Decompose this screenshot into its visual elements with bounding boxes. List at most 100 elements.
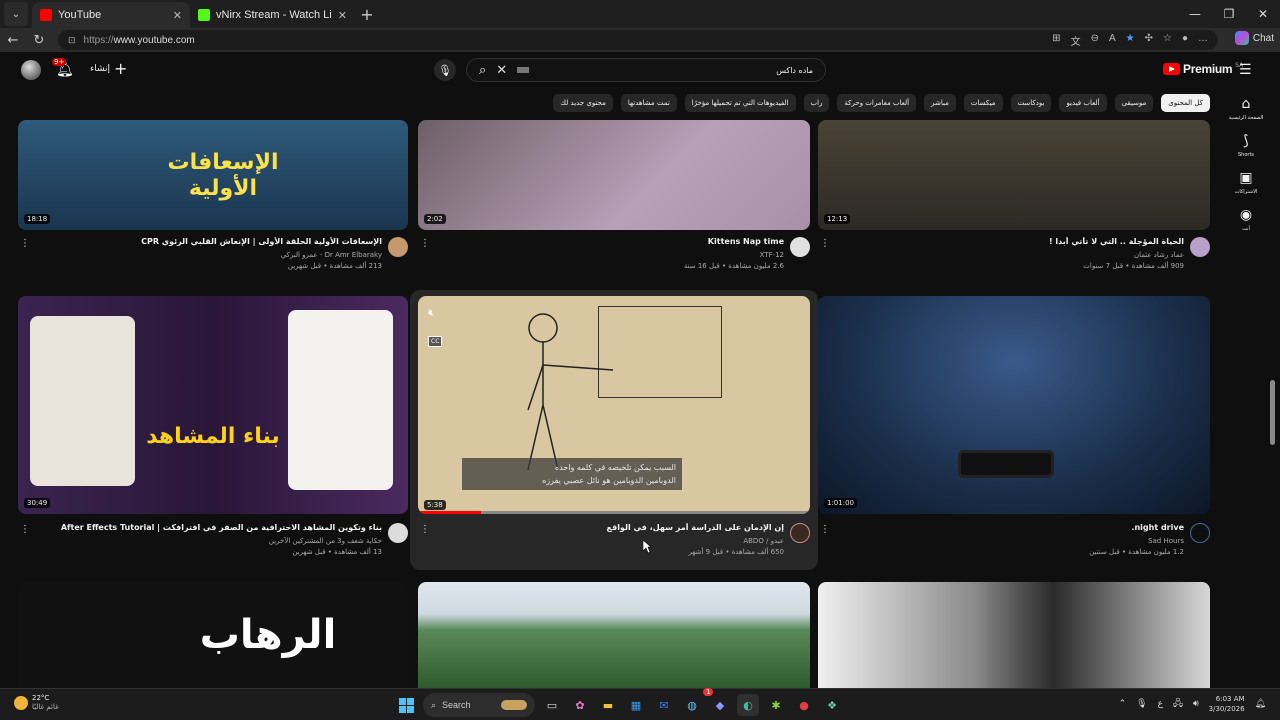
keyboard-icon[interactable]	[517, 67, 530, 73]
channel-name[interactable]: عبدو / ABDO	[444, 537, 784, 545]
video-title[interactable]: الإسعافات الأولية الحلقة الأولى | الإنعا…	[42, 237, 382, 246]
chip-mixes[interactable]: ميكسات	[963, 94, 1003, 112]
back-icon[interactable]: ←	[0, 33, 26, 48]
channel-avatar[interactable]	[388, 237, 408, 257]
video-menu-icon[interactable]: ⋮	[20, 238, 30, 249]
video-title[interactable]: إن الإدمان على الدراسة أمر سهل، في الواق…	[444, 523, 784, 532]
video-menu-icon[interactable]: ⋮	[420, 238, 430, 249]
extensions-icon[interactable]: ✣	[1145, 33, 1153, 48]
channel-avatar[interactable]	[388, 523, 408, 543]
widgets-app-icon[interactable]: ✿	[569, 694, 591, 716]
search-input[interactable]: ماده داكس	[776, 66, 813, 75]
site-info-icon[interactable]: ⊡	[68, 35, 76, 46]
chip-music[interactable]: موسيقى	[1114, 94, 1154, 112]
video-thumbnail[interactable]: الإسعافات الأولية 18:18	[18, 120, 408, 230]
chip-recently-uploaded[interactable]: الفيديوهات التي تم تحميلها مؤخرًا	[684, 94, 796, 112]
video-title[interactable]: الحياة المؤجلة .. التي لا تأتي أبدا !	[844, 237, 1184, 246]
profile-icon[interactable]: ●	[1182, 33, 1188, 48]
video-thumbnail[interactable]: 1:01:00	[818, 296, 1210, 514]
playback-progress-bar[interactable]	[418, 511, 810, 514]
chip-video-games[interactable]: ألعاب فيديو	[1059, 94, 1107, 112]
task-view-icon[interactable]: ▭	[541, 694, 563, 716]
notification-center-icon[interactable]: 🔔︎	[1255, 699, 1266, 709]
chip-new-to-you[interactable]: محتوى جديد لك	[553, 94, 613, 112]
show-hidden-icons-icon[interactable]: ⌃	[1119, 699, 1127, 709]
app-available-icon[interactable]: ⊞	[1052, 33, 1060, 48]
channel-avatar[interactable]	[790, 523, 810, 543]
recording-app-icon[interactable]: ●	[793, 694, 815, 716]
zoom-icon[interactable]: ⊖	[1091, 33, 1099, 48]
clock[interactable]: 6:03 AM 3/30/2026	[1209, 694, 1245, 714]
file-explorer-icon[interactable]: ▬	[597, 694, 619, 716]
chip-all[interactable]: كل المحتوى	[1161, 94, 1210, 112]
favorite-star-icon[interactable]: ★	[1126, 33, 1135, 48]
channel-name[interactable]: عماد رشاد عثمان	[844, 251, 1184, 259]
create-button[interactable]: إنشاء +	[90, 61, 127, 77]
close-tab-icon[interactable]: ✕	[173, 9, 182, 22]
volume-icon[interactable]: 🔊︎	[1193, 699, 1199, 709]
chat-app-icon[interactable]: ❖	[821, 694, 843, 716]
sidebar-item-you[interactable]: ◉ أنت	[1224, 207, 1268, 232]
video-thumbnail[interactable]	[818, 582, 1210, 688]
channel-avatar[interactable]	[1190, 237, 1210, 257]
video-thumbnail[interactable]: الرهاب	[18, 582, 408, 688]
video-title[interactable]: night drive.	[844, 523, 1184, 532]
microphone-tray-icon[interactable]: 🎙︎	[1136, 699, 1147, 709]
channel-name[interactable]: حكاية شغف و3 من المشتركين الآخرين	[42, 537, 382, 545]
tab-kick[interactable]: vNirx Stream - Watch Live on Kick ✕	[190, 2, 355, 28]
weather-widget[interactable]: 22°C غائم غالبًا	[14, 694, 59, 712]
chip-podcasts[interactable]: بودكاست	[1010, 94, 1052, 112]
outlook-icon[interactable]: ✉	[653, 694, 675, 716]
more-menu-icon[interactable]: …	[1198, 33, 1208, 48]
sidebar-item-home[interactable]: ⌂ الصفحة الرئيسية	[1224, 96, 1268, 121]
video-thumbnail-preview[interactable]: 🔇︎ CC السبب يمكن تلخيصه في كلمه واحده ال…	[418, 296, 810, 514]
video-thumbnail[interactable]: بناء المشاهد 30:49	[18, 296, 408, 514]
sidebar-item-subscriptions[interactable]: ▣ الاشتراكات	[1224, 170, 1268, 195]
chip-action-adventure[interactable]: ألعاب مغامرات وحركة	[837, 94, 917, 112]
tab-actions-menu[interactable]: ⌄	[4, 2, 28, 26]
language-icon[interactable]: ع	[1158, 699, 1163, 709]
green-app-icon[interactable]: ✱	[765, 694, 787, 716]
store-icon[interactable]: ▦	[625, 694, 647, 716]
network-icon[interactable]: 🖧︎	[1173, 696, 1183, 712]
clear-search-icon[interactable]: ✕	[496, 63, 507, 78]
mute-icon[interactable]: 🔇︎	[428, 306, 435, 320]
close-tab-icon[interactable]: ✕	[338, 9, 347, 22]
tab-youtube[interactable]: YouTube ✕	[32, 2, 190, 28]
copilot-app-icon[interactable]: ◍	[681, 694, 703, 716]
video-menu-icon[interactable]: ⋮	[420, 524, 430, 535]
refresh-icon[interactable]: ↻	[26, 33, 52, 48]
taskbar-search[interactable]: ⌕ Search	[423, 693, 535, 717]
video-thumbnail[interactable]	[418, 582, 810, 688]
guide-menu-icon[interactable]: ☰	[1239, 62, 1252, 78]
minimize-button[interactable]: —	[1178, 0, 1212, 28]
url-field[interactable]: ⊡ https://www.youtube.com ⊞ 文 ⊖ A ★ ✣ ☆ …	[58, 30, 1218, 50]
youtube-premium-logo[interactable]: Premium SA	[1163, 62, 1243, 76]
sidebar-item-shorts[interactable]: ⟆ Shorts	[1224, 133, 1268, 158]
account-avatar[interactable]	[21, 60, 41, 80]
channel-avatar[interactable]	[790, 237, 810, 257]
channel-avatar[interactable]	[1190, 523, 1210, 543]
video-thumbnail[interactable]: 2:02	[418, 120, 810, 230]
new-tab-button[interactable]: +	[355, 2, 379, 26]
video-menu-icon[interactable]: ⋮	[820, 238, 830, 249]
chip-rap[interactable]: راب	[803, 94, 830, 112]
close-window-button[interactable]: ✕	[1246, 0, 1280, 28]
page-scrollbar[interactable]	[1270, 380, 1275, 445]
copilot-chat-button[interactable]: Chat	[1234, 31, 1274, 45]
search-box[interactable]: ⌕ ✕ ماده داكس	[466, 58, 826, 82]
channel-name[interactable]: Sad Hours	[844, 537, 1184, 545]
favorites-icon[interactable]: ☆	[1163, 33, 1172, 48]
restore-button[interactable]: ❐	[1212, 0, 1246, 28]
video-title[interactable]: بناء وتكوين المشاهد الاحترافية من الصفر …	[42, 523, 382, 532]
chip-live[interactable]: مباشر	[924, 94, 956, 112]
notifications-button[interactable]: 🔔︎ 9+	[52, 58, 74, 78]
discord-icon[interactable]: ◆ 1	[703, 688, 731, 716]
start-button[interactable]	[395, 694, 417, 716]
channel-name[interactable]: Dr Amr Elbaraky - عمرو البركي	[42, 251, 382, 259]
search-icon[interactable]: ⌕	[479, 63, 486, 78]
voice-search-button[interactable]: 🎙︎	[434, 59, 456, 81]
closed-captions-icon[interactable]: CC	[428, 336, 443, 347]
read-aloud-icon[interactable]: A	[1109, 33, 1116, 48]
chip-watched[interactable]: تمت مشاهدتها	[620, 94, 677, 112]
